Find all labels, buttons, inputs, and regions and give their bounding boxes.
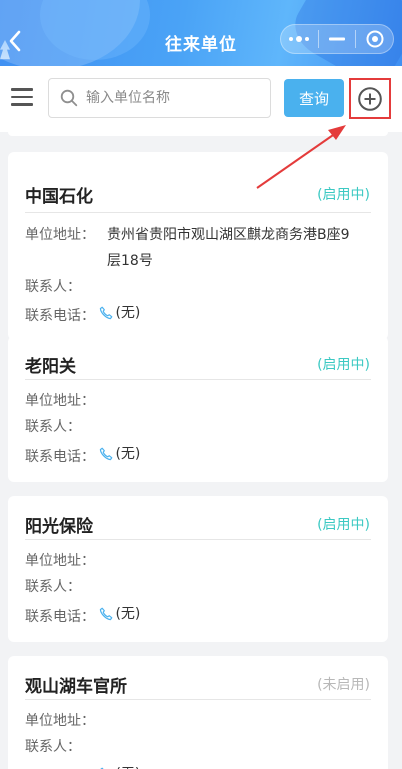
phone-link[interactable]: (无): [99, 761, 140, 769]
unit-card[interactable]: 阳光保险 (启用中) 单位地址： 联系人： 联系电话： (无): [8, 496, 388, 642]
contact-row: 联系人：: [25, 734, 81, 760]
phone-label: 联系电话：: [25, 609, 95, 625]
menu-button[interactable]: [11, 88, 33, 108]
contact-row: 联系人：: [25, 414, 81, 440]
phone-label: 联系电话：: [25, 449, 95, 465]
phone-link[interactable]: (无): [99, 441, 140, 467]
status-badge: (启用中): [317, 517, 370, 533]
status-badge: (启用中): [317, 187, 370, 203]
query-button[interactable]: 查询: [284, 79, 344, 117]
phone-icon: [100, 607, 113, 621]
target-circle-icon: [366, 30, 384, 48]
close-miniprogram-button[interactable]: [356, 25, 393, 53]
phone-row: 联系电话： (无): [25, 300, 140, 329]
phone-link[interactable]: (无): [99, 601, 140, 627]
menu-icon: [11, 88, 33, 91]
contact-row: 联系人：: [25, 274, 81, 300]
add-unit-button[interactable]: [349, 78, 391, 119]
contact-row: 联系人：: [25, 574, 81, 600]
phone-value: (无): [115, 761, 140, 769]
unit-name: 老阳关: [25, 357, 76, 377]
search-input[interactable]: [86, 90, 266, 106]
address-label: 单位地址：: [25, 393, 95, 409]
contact-label: 联系人：: [25, 419, 81, 435]
phone-icon: [100, 447, 113, 461]
contact-label: 联系人：: [25, 579, 81, 595]
contact-label: 联系人：: [25, 739, 81, 755]
navigation-bar: 往来单位: [0, 0, 402, 66]
divider: [25, 212, 371, 213]
contact-label: 联系人：: [25, 279, 81, 295]
phone-value: (无): [115, 446, 141, 462]
search-icon: [60, 89, 78, 107]
unit-card[interactable]: 观山湖车官所 (未启用) 单位地址： 联系人： 联系电话： (无): [8, 656, 388, 769]
phone-label: 联系电话：: [25, 308, 95, 324]
phone-icon: [100, 306, 113, 320]
more-dots-icon: [289, 36, 310, 42]
minimize-icon: [329, 37, 345, 41]
unit-name: 中国石化: [25, 187, 93, 207]
divider: [25, 379, 371, 380]
unit-name: 观山湖车官所: [25, 677, 127, 697]
unit-name: 阳光保险: [25, 517, 93, 537]
status-badge: (未启用): [317, 677, 370, 693]
more-button[interactable]: [281, 25, 318, 53]
phone-row: 联系电话： (无): [25, 601, 140, 630]
search-box[interactable]: [48, 78, 271, 118]
address-value: 贵州省贵阳市观山湖区麒龙商务港B座9 层18号: [107, 227, 350, 269]
address-label: 单位地址：: [25, 713, 95, 729]
address-row: 单位地址：: [25, 388, 95, 414]
address-row: 单位地址： 贵州省贵阳市观山湖区麒龙商务港B座9 层18号: [25, 222, 375, 274]
phone-row: 联系电话： (无): [25, 441, 140, 470]
unit-list: 中国石化 (启用中) 单位地址： 贵州省贵阳市观山湖区麒龙商务港B座9 层18号…: [0, 132, 402, 769]
miniprogram-capsule: [280, 24, 394, 54]
unit-card[interactable]: 中国石化 (启用中) 单位地址： 贵州省贵阳市观山湖区麒龙商务港B座9 层18号…: [8, 152, 388, 340]
plus-circle-icon: [358, 86, 382, 111]
phone-value: (无): [115, 305, 141, 321]
address-row: 单位地址：: [25, 708, 95, 734]
divider: [25, 699, 371, 700]
phone-row: 联系电话： (无): [25, 761, 140, 769]
minimize-button[interactable]: [319, 25, 356, 53]
divider: [25, 539, 371, 540]
unit-card[interactable]: 老阳关 (启用中) 单位地址： 联系人： 联系电话： (无): [8, 336, 388, 482]
address-label: 单位地址：: [25, 227, 95, 243]
phone-value: (无): [115, 606, 141, 622]
status-badge: (启用中): [317, 357, 370, 373]
address-label: 单位地址：: [25, 553, 95, 569]
address-row: 单位地址：: [25, 548, 95, 574]
phone-link[interactable]: (无): [99, 300, 140, 326]
